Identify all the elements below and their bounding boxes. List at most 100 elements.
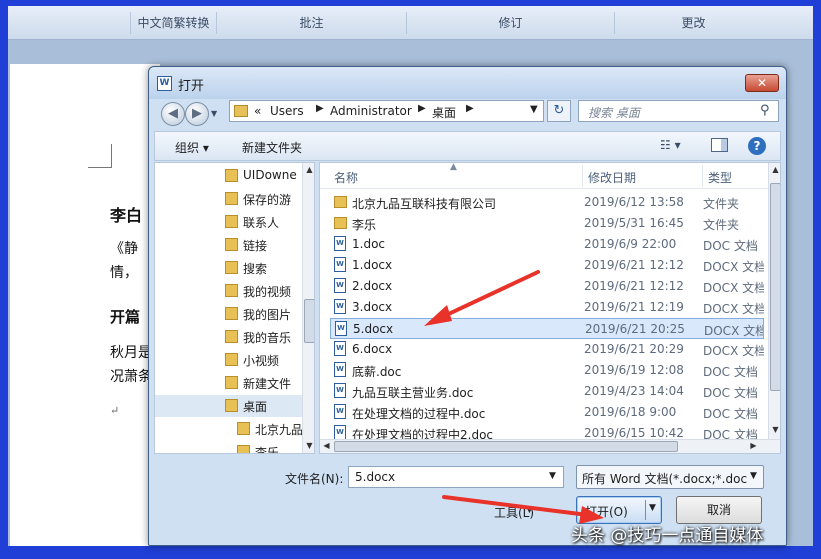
breadcrumb-administrator[interactable]: Administrator [330,104,412,118]
column-header-name[interactable]: 名称 [334,169,358,186]
nav-item[interactable]: 小视频 [155,349,302,371]
change-view-button[interactable]: ☷ ▾ [660,138,681,152]
folder-icon [334,196,347,208]
nav-item[interactable]: 保存的游 [155,188,302,210]
address-dropdown-icon[interactable]: ▼ [530,104,538,115]
file-row[interactable]: 北京九品互联科技有限公司 2019/6/12 13:58 文件夹 [330,192,764,213]
forward-button[interactable]: ▶ [185,102,209,126]
nav-item[interactable]: 桌面 [155,395,302,417]
nav-item[interactable]: 联系人 [155,211,302,233]
ribbon-group-comments[interactable]: 批注 [216,12,406,34]
nav-item-label: 新建文件 [243,377,292,391]
file-row[interactable]: W 底薪.doc 2019/6/19 12:08 DOC 文档 [330,360,764,381]
file-row[interactable]: W 1.doc 2019/6/9 22:00 DOC 文档 [330,234,764,255]
nav-item[interactable]: 我的视频 [155,280,302,302]
file-type: DOCX 文档 [704,324,764,338]
close-button[interactable]: ✕ [745,74,779,92]
file-row[interactable]: 李乐 2019/5/31 16:45 文件夹 [330,213,764,234]
word-document-icon: W [334,299,346,314]
nav-item[interactable]: 我的音乐 [155,326,302,348]
scroll-thumb[interactable] [770,183,780,391]
file-row[interactable]: W 3.docx 2019/6/21 12:19 DOCX 文档 [330,297,764,318]
scroll-right-icon[interactable]: ▶ [748,441,759,450]
filetype-select[interactable]: 所有 Word 文档(*.docx;*.docm;*.dotx;*.dotm;*… [576,465,764,489]
file-type: DOC 文档 [703,386,758,400]
preview-pane-icon[interactable] [711,138,728,152]
open-options-dropdown-icon[interactable]: ▼ [649,503,656,513]
file-row[interactable]: W 2.docx 2019/6/21 12:12 DOCX 文档 [330,276,764,297]
nav-item[interactable]: UIDowne [155,165,302,187]
nav-item[interactable]: 搜索 [155,257,302,279]
scroll-left-icon[interactable]: ◀ [321,441,332,450]
dialog-toolbar: 组织 ▾ 新建文件夹 ☷ ▾ ? [154,131,781,161]
folder-icon [237,445,250,453]
scroll-down-icon[interactable]: ▼ [304,441,314,450]
word-app-icon: W [157,76,172,91]
help-icon[interactable]: ? [748,137,766,155]
file-row[interactable]: W 6.docx 2019/6/21 20:29 DOCX 文档 [330,339,764,360]
nav-item[interactable]: 北京九品 [155,418,302,440]
search-icon[interactable]: ⚲ [760,103,770,118]
nav-item[interactable]: 链接 [155,234,302,256]
scroll-thumb[interactable] [304,299,314,343]
word-document-icon: W [335,321,347,336]
nav-item-label: 李乐 [255,446,280,454]
tools-dropdown-icon[interactable]: ▼ [526,505,533,515]
breadcrumb-overflow[interactable]: « [254,104,261,118]
column-separator[interactable] [582,165,583,187]
file-row[interactable]: W 5.docx 2019/6/21 20:25 DOCX 文档 [330,318,764,339]
scroll-thumb[interactable] [334,441,678,452]
document-page[interactable]: 李白 《静 情， 开篇 秋月是 况萧条 ↵ [10,64,160,546]
navigation-scrollbar[interactable]: ▲ ▼ [302,163,314,453]
file-name: 北京九品互联科技有限公司 [352,197,497,211]
address-bar[interactable]: « Users ▶ Administrator ▶ 桌面 ▶ ▼ [229,100,544,122]
folder-icon [225,376,238,389]
open-button[interactable]: 打开(O) ▼ [576,496,662,524]
breadcrumb-users[interactable]: Users [270,104,304,118]
dialog-title-bar[interactable]: W 打开 ✕ [149,67,786,99]
filename-dropdown-icon[interactable]: ▼ [549,471,556,481]
nav-item[interactable]: 新建文件 [155,372,302,394]
breadcrumb-separator-icon[interactable]: ▶ [466,103,474,114]
word-document-icon: W [334,257,346,272]
file-type: 文件夹 [703,218,740,232]
column-header-date[interactable]: 修改日期 [588,169,636,186]
scroll-up-icon[interactable]: ▲ [770,165,780,174]
breadcrumb-separator-icon[interactable]: ▶ [316,103,324,114]
file-type: DOCX 文档 [703,302,764,316]
file-row[interactable]: W 九品互联主营业务.doc 2019/4/23 14:04 DOC 文档 [330,381,764,402]
margin-corner-mark [88,144,112,168]
file-name: 3.docx [352,300,393,314]
ribbon-group-changes[interactable]: 更改 [614,12,772,34]
column-header-type[interactable]: 类型 [708,169,732,186]
scroll-up-icon[interactable]: ▲ [304,165,314,174]
breadcrumb-desktop[interactable]: 桌面 [432,104,456,121]
split-divider [645,500,646,520]
recent-locations-dropdown-icon[interactable]: ▼ [211,109,217,118]
ribbon-group-track-changes[interactable]: 修订 [406,12,614,34]
organize-button[interactable]: 组织 ▾ [175,139,209,156]
filename-input[interactable]: 5.docx ▼ [348,466,564,488]
word-document-icon: W [334,383,346,398]
nav-item[interactable]: 我的图片 [155,303,302,325]
file-name: 2.docx [352,279,393,293]
folder-icon [225,353,238,366]
scroll-down-icon[interactable]: ▼ [770,425,780,434]
file-list-horizontal-scrollbar[interactable]: ◀ ▶ [320,439,780,453]
back-button[interactable]: ◀ [161,102,185,126]
search-input[interactable]: 搜索 桌面 ⚲ [578,100,779,122]
ribbon-group-chinese-conversion[interactable]: 中文简繁转换 [130,12,216,34]
refresh-button[interactable]: ↻ [547,100,571,122]
nav-item[interactable]: 李乐 [155,441,302,454]
breadcrumb-separator-icon[interactable]: ▶ [418,103,426,114]
file-row[interactable]: W 在处理文档的过程中.doc 2019/6/18 9:00 DOC 文档 [330,402,764,423]
watermark-text: 头条 @技巧一点通自媒体 [571,526,764,546]
new-folder-button[interactable]: 新建文件夹 [242,139,302,156]
cancel-button[interactable]: 取消 [676,496,762,524]
file-list-header: ▲ 名称 修改日期 类型 [320,163,768,189]
file-list-vertical-scrollbar[interactable]: ▲ ▼ [768,163,780,439]
file-row[interactable]: W 1.docx 2019/6/21 12:12 DOCX 文档 [330,255,764,276]
forward-arrow-icon: ▶ [192,106,202,121]
column-separator[interactable] [702,165,703,187]
file-type: 文件夹 [703,197,740,211]
